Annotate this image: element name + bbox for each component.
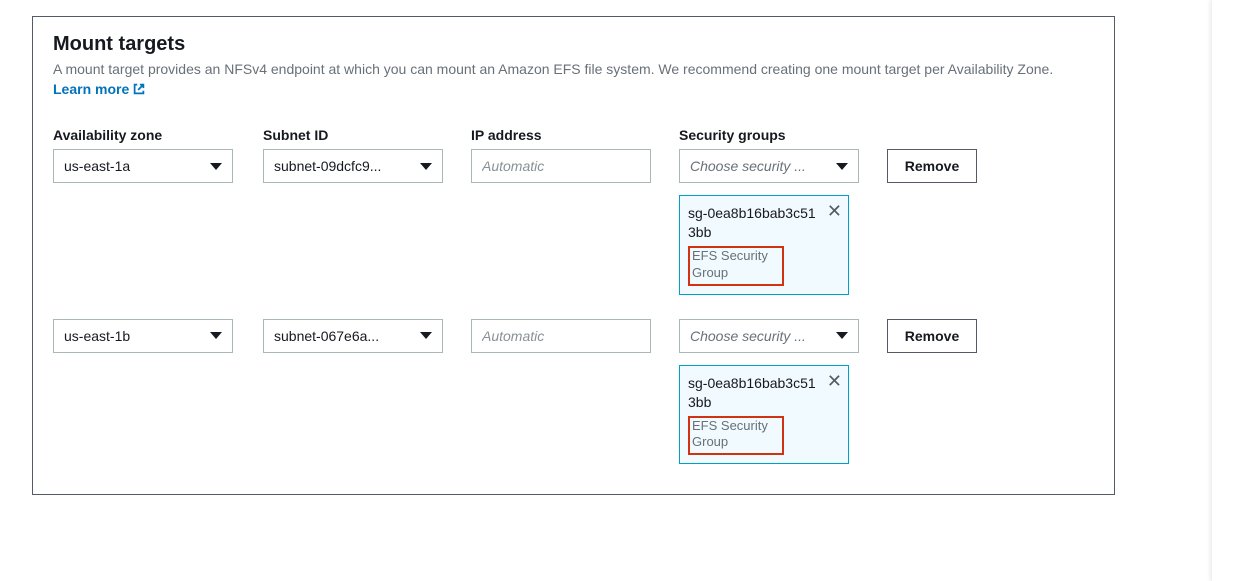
header-subnet: Subnet ID — [263, 127, 463, 143]
security-groups-select[interactable]: Choose security ... — [679, 319, 859, 353]
learn-more-link[interactable]: Learn more — [53, 80, 146, 100]
panel-description-text: A mount target provides an NFSv4 endpoin… — [53, 61, 1053, 77]
mount-target-row: us-east-1b subnet-067e6a... Choose secur… — [53, 319, 1094, 465]
security-groups-select[interactable]: Choose security ... — [679, 149, 859, 183]
external-link-icon — [132, 82, 146, 96]
sg-chip-name: EFS Security Group — [688, 416, 784, 456]
az-select[interactable]: us-east-1a — [53, 149, 233, 183]
subnet-select-value: subnet-067e6a... — [274, 328, 379, 344]
remove-button[interactable]: Remove — [887, 319, 977, 353]
chevron-down-icon — [420, 332, 432, 339]
mount-targets-panel: Mount targets A mount target provides an… — [32, 16, 1115, 495]
column-headers: Availability zone Subnet ID IP address S… — [53, 127, 1094, 143]
sg-chip-id: sg-0ea8b16bab3c513bb — [688, 204, 840, 242]
subnet-select[interactable]: subnet-067e6a... — [263, 319, 443, 353]
header-remove — [922, 127, 1042, 143]
az-select[interactable]: us-east-1b — [53, 319, 233, 353]
chevron-down-icon — [836, 332, 848, 339]
panel-description: A mount target provides an NFSv4 endpoin… — [53, 60, 1094, 99]
header-sg: Security groups — [679, 127, 914, 143]
mount-target-row: us-east-1a subnet-09dcfc9... Choose secu… — [53, 149, 1094, 295]
sg-select-placeholder: Choose security ... — [690, 158, 806, 174]
close-icon[interactable]: ✕ — [827, 202, 842, 220]
header-ip: IP address — [471, 127, 671, 143]
remove-button[interactable]: Remove — [887, 149, 977, 183]
az-select-value: us-east-1b — [64, 328, 130, 344]
subnet-select-value: subnet-09dcfc9... — [274, 158, 381, 174]
security-group-chip: ✕ sg-0ea8b16bab3c513bb EFS Security Grou… — [679, 365, 849, 465]
header-az: Availability zone — [53, 127, 263, 143]
chevron-down-icon — [210, 332, 222, 339]
sg-select-placeholder: Choose security ... — [690, 328, 806, 344]
chevron-down-icon — [836, 163, 848, 170]
sg-chip-id: sg-0ea8b16bab3c513bb — [688, 374, 840, 412]
chevron-down-icon — [420, 163, 432, 170]
close-icon[interactable]: ✕ — [827, 372, 842, 390]
subnet-select[interactable]: subnet-09dcfc9... — [263, 149, 443, 183]
learn-more-text: Learn more — [53, 80, 129, 100]
chevron-down-icon — [210, 163, 222, 170]
security-group-chip: ✕ sg-0ea8b16bab3c513bb EFS Security Grou… — [679, 195, 849, 295]
panel-title: Mount targets — [53, 33, 1094, 56]
ip-address-input[interactable] — [471, 319, 651, 353]
az-select-value: us-east-1a — [64, 158, 130, 174]
sg-chip-name: EFS Security Group — [688, 246, 784, 286]
ip-address-input[interactable] — [471, 149, 651, 183]
right-shadow-strip — [1212, 0, 1257, 581]
